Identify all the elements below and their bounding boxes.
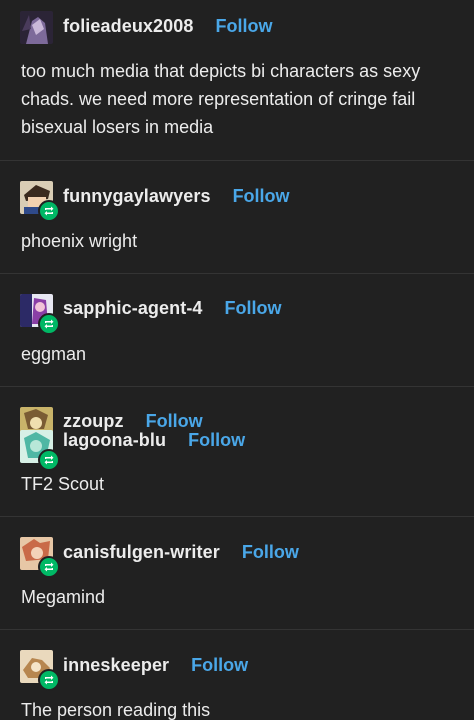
follow-button[interactable]: Follow [146, 411, 203, 432]
follow-button[interactable]: Follow [215, 16, 272, 37]
post-header: sapphic-agent-4 Follow [20, 294, 282, 335]
reblog-icon [44, 455, 54, 465]
reblog-badge [38, 449, 60, 471]
user-row: funnygaylawyers Follow [63, 186, 290, 207]
username[interactable]: lagoona-blu [63, 430, 166, 451]
user-row: folieadeux2008 Follow [63, 16, 272, 37]
usernames: folieadeux2008 Follow [63, 11, 272, 37]
user-row: sapphic-agent-4 Follow [63, 298, 282, 319]
avatar-canisfulgen-writer[interactable] [20, 537, 60, 578]
reblog-icon [44, 562, 54, 572]
avatar [20, 11, 53, 44]
reblog-badge [38, 313, 60, 335]
username[interactable]: folieadeux2008 [63, 16, 193, 37]
post-header: inneskeeper Follow [20, 650, 248, 691]
usernames: sapphic-agent-4 Follow [63, 294, 282, 319]
follow-button[interactable]: Follow [188, 430, 245, 451]
post-header: folieadeux2008 Follow [20, 11, 272, 44]
post-original: folieadeux2008 Follow too much media tha… [0, 0, 474, 160]
username[interactable]: canisfulgen-writer [63, 542, 220, 563]
follow-button[interactable]: Follow [191, 655, 248, 676]
reblog-post: funnygaylawyers Follow phoenix wright [0, 160, 474, 273]
post-header: zzoupz Follow lagoona-blu Follow [20, 407, 245, 471]
reblog-post: canisfulgen-writer Follow Megamind [0, 516, 474, 629]
reblog-badge [38, 200, 60, 222]
reblog-icon [44, 206, 54, 216]
user-row: inneskeeper Follow [63, 655, 248, 676]
reblog-post: zzoupz Follow lagoona-blu Follow TF2 Sco… [0, 386, 474, 516]
post-header: funnygaylawyers Follow [20, 181, 290, 222]
user-row: zzoupz Follow [63, 411, 245, 432]
post-body: eggman [21, 344, 87, 364]
reblog-badge [38, 669, 60, 691]
post-body: Megamind [21, 587, 106, 607]
usernames: funnygaylawyers Follow [63, 181, 290, 207]
reblog-post: sapphic-agent-4 Follow eggman [0, 273, 474, 386]
post-header: canisfulgen-writer Follow [20, 537, 299, 578]
post-body: too much media that depicts bi character… [21, 61, 421, 137]
follow-button[interactable]: Follow [233, 186, 290, 207]
follow-button[interactable]: Follow [225, 298, 282, 319]
reblog-post: inneskeeper Follow The person reading th… [0, 629, 474, 720]
reblog-thread: folieadeux2008 Follow too much media tha… [0, 0, 474, 720]
follow-button[interactable]: Follow [242, 542, 299, 563]
post-body: phoenix wright [21, 231, 138, 251]
user-row: lagoona-blu Follow [63, 430, 245, 451]
username[interactable]: sapphic-agent-4 [63, 298, 203, 319]
avatar-sapphic-agent-4[interactable] [20, 294, 60, 335]
usernames: zzoupz Follow lagoona-blu Follow [63, 407, 245, 451]
username[interactable]: funnygaylawyers [63, 186, 211, 207]
reblog-icon [44, 675, 54, 685]
username[interactable]: zzoupz [63, 411, 124, 432]
username[interactable]: inneskeeper [63, 655, 169, 676]
stacked-avatars [20, 407, 60, 471]
avatar-inneskeeper[interactable] [20, 650, 60, 691]
post-body: The person reading this [21, 700, 211, 720]
reblog-badge [38, 556, 60, 578]
post-body: TF2 Scout [21, 474, 105, 494]
usernames: canisfulgen-writer Follow [63, 537, 299, 563]
reblog-icon [44, 319, 54, 329]
user-row: canisfulgen-writer Follow [63, 542, 299, 563]
avatar-lagoona-blu[interactable] [20, 430, 60, 471]
usernames: inneskeeper Follow [63, 650, 248, 676]
avatar-funnygaylawyers[interactable] [20, 181, 60, 222]
avatar-folieadeux2008[interactable] [20, 11, 53, 44]
